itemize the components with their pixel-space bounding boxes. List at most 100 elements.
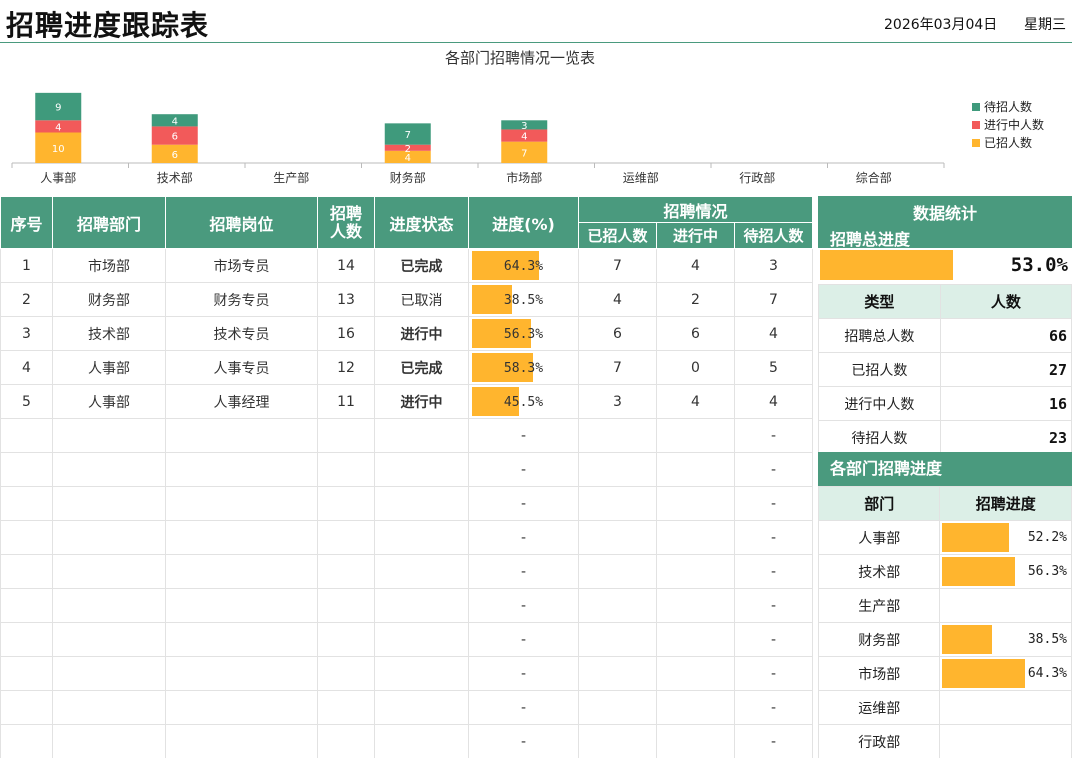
dept-progress-cell bbox=[939, 588, 1072, 623]
cell-dept bbox=[52, 452, 166, 487]
cell-count bbox=[317, 486, 375, 521]
dept-progress-text: 64.3% bbox=[1027, 666, 1067, 681]
cell-position bbox=[165, 588, 318, 623]
cell-count bbox=[317, 452, 375, 487]
table-row[interactable]: -- bbox=[0, 724, 813, 758]
cell-seq bbox=[0, 588, 53, 623]
cell-in-progress bbox=[656, 690, 735, 725]
cell-in-progress bbox=[656, 622, 735, 657]
cell-hired bbox=[578, 520, 657, 555]
recruitment-chart: 各部门招聘情况一览表 人事部 10 4 9 技术部 6 6 4 生产部 财务部 4 2 7 市场部 7 4 3 运维… bbox=[0, 44, 1072, 194]
legend-label: 已招人数 bbox=[984, 135, 1032, 150]
legend-swatch bbox=[972, 121, 980, 129]
cell-progress: - bbox=[468, 588, 579, 623]
header-seq: 序号 bbox=[0, 196, 53, 249]
cell-position: 技术专员 bbox=[165, 316, 318, 351]
dept-progress-cell: 38.5% bbox=[939, 622, 1072, 657]
x-tick-label: 人事部 bbox=[40, 170, 76, 185]
cell-count bbox=[317, 656, 375, 691]
stats-row: 进行中人数 16 bbox=[818, 386, 1072, 421]
cell-pending: - bbox=[734, 452, 813, 487]
table-row[interactable]: -- bbox=[0, 622, 813, 657]
dept-progress-cell: 52.2% bbox=[939, 520, 1072, 555]
data-label: 6 bbox=[172, 132, 178, 143]
cell-progress: - bbox=[468, 690, 579, 725]
cell-status: 已完成 bbox=[374, 350, 469, 385]
cell-in-progress bbox=[656, 418, 735, 453]
cell-dept bbox=[52, 554, 166, 589]
cell-in-progress: 0 bbox=[656, 350, 735, 385]
table-row[interactable]: 5 人事部 人事经理 11 进行中 45.5% 3 4 4 bbox=[0, 384, 813, 419]
cell-status: 进行中 bbox=[374, 316, 469, 351]
cell-hired bbox=[578, 452, 657, 487]
table-row[interactable]: -- bbox=[0, 554, 813, 589]
table-row[interactable]: -- bbox=[0, 690, 813, 725]
header-hired: 已招人数 bbox=[578, 222, 657, 249]
cell-progress: - bbox=[468, 656, 579, 691]
total-progress-value: 53.0% bbox=[1010, 254, 1068, 276]
recruitment-table: 序号 招聘部门 招聘岗位 招聘人数 进度状态 进度(%) 招聘情况 已招人数 进… bbox=[0, 196, 813, 758]
cell-in-progress bbox=[656, 656, 735, 691]
cell-pending: 5 bbox=[734, 350, 813, 385]
title-divider bbox=[0, 42, 1072, 43]
cell-status bbox=[374, 452, 469, 487]
cell-status bbox=[374, 690, 469, 725]
cell-seq: 3 bbox=[0, 316, 53, 351]
dept-label: 技术部 bbox=[817, 554, 941, 589]
cell-dept bbox=[52, 622, 166, 657]
table-row[interactable]: 2 财务部 财务专员 13 已取消 38.5% 4 2 7 bbox=[0, 282, 813, 317]
cell-progress: - bbox=[468, 418, 579, 453]
page-title: 招聘进度跟踪表 bbox=[6, 9, 210, 42]
stats-label: 已招人数 bbox=[818, 352, 941, 387]
header-progress: 进度(%) bbox=[468, 196, 579, 249]
cell-progress: - bbox=[468, 554, 579, 589]
cell-dept bbox=[52, 690, 166, 725]
data-label: 6 bbox=[172, 150, 178, 161]
cell-in-progress bbox=[656, 588, 735, 623]
cell-status bbox=[374, 588, 469, 623]
x-tick-label: 生产部 bbox=[273, 170, 309, 185]
cell-status: 进行中 bbox=[374, 384, 469, 419]
x-tick-label: 技术部 bbox=[157, 170, 193, 185]
cell-hired: 7 bbox=[578, 350, 657, 385]
cell-status bbox=[374, 724, 469, 758]
table-row[interactable]: 3 技术部 技术专员 16 进行中 56.3% 6 6 4 bbox=[0, 316, 813, 351]
cell-pending: - bbox=[734, 656, 813, 691]
cell-in-progress bbox=[656, 520, 735, 555]
progress-text: 58.3% bbox=[503, 360, 544, 376]
table-row[interactable]: -- bbox=[0, 656, 813, 691]
cell-count bbox=[317, 588, 375, 623]
cell-count: 11 bbox=[317, 384, 375, 419]
dept-progress-cell: 56.3% bbox=[939, 554, 1072, 589]
table-row[interactable]: -- bbox=[0, 418, 813, 453]
table-row[interactable]: 1 市场部 市场专员 14 已完成 64.3% 7 4 3 bbox=[0, 248, 813, 283]
dept-progress-text: 52.2% bbox=[1027, 530, 1067, 545]
x-tick-label: 综合部 bbox=[856, 170, 892, 185]
stats-label: 招聘总人数 bbox=[818, 318, 941, 353]
header-in-progress: 进行中 bbox=[656, 222, 735, 249]
dept-progress-bar bbox=[942, 523, 1010, 552]
cell-count: 13 bbox=[317, 282, 375, 317]
cell-seq bbox=[0, 418, 53, 453]
cell-status bbox=[374, 520, 469, 555]
cell-seq bbox=[0, 724, 53, 758]
dept-progress-bar bbox=[942, 625, 992, 654]
cell-count bbox=[317, 622, 375, 657]
table-row[interactable]: 4 人事部 人事专员 12 已完成 58.3% 7 0 5 bbox=[0, 350, 813, 385]
table-row[interactable]: -- bbox=[0, 588, 813, 623]
stats-value: 16 bbox=[939, 386, 1072, 421]
cell-position: 人事专员 bbox=[165, 350, 318, 385]
cell-in-progress bbox=[656, 554, 735, 589]
cell-pending: - bbox=[734, 622, 813, 657]
stats-row: 待招人数 23 bbox=[818, 420, 1072, 455]
total-progress-label: 招聘总进度 bbox=[830, 230, 911, 249]
table-row[interactable]: -- bbox=[0, 520, 813, 555]
table-row[interactable]: -- bbox=[0, 486, 813, 521]
cell-progress: 45.5% bbox=[468, 384, 579, 419]
cell-seq bbox=[0, 622, 53, 657]
dept-progress-header: 各部门招聘进度 bbox=[818, 452, 1072, 486]
cell-pending: 3 bbox=[734, 248, 813, 283]
table-row[interactable]: -- bbox=[0, 452, 813, 487]
cell-position bbox=[165, 554, 318, 589]
cell-progress: 38.5% bbox=[468, 282, 579, 317]
